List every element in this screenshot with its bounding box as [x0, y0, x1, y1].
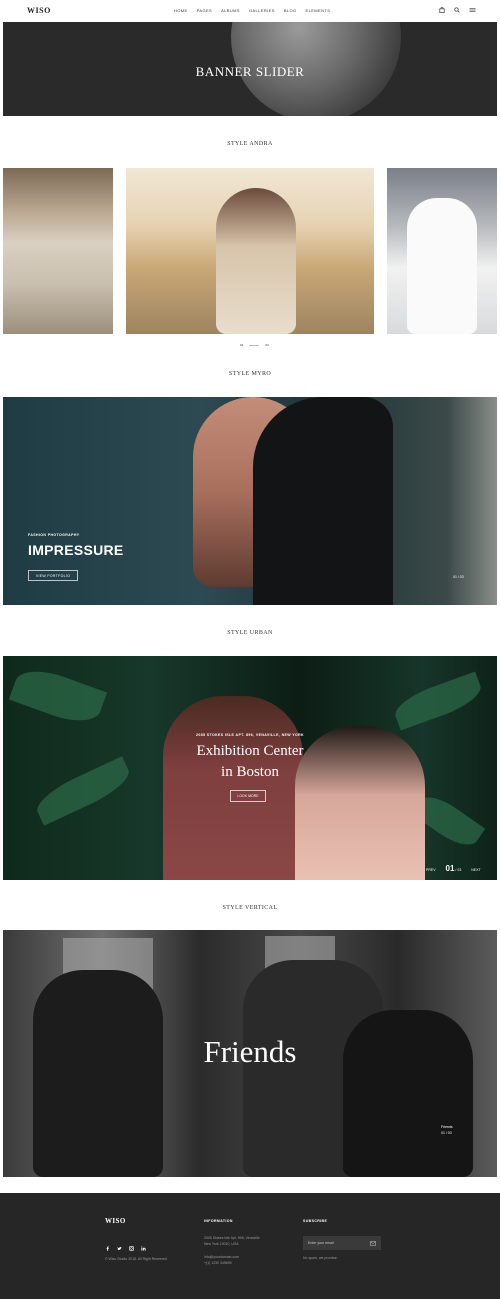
- myro-title: IMPRESSURE: [28, 542, 124, 558]
- urban-title-line1: Exhibition Center: [196, 743, 304, 759]
- site-header: WISO HOME PAGES ALBUMS GALLERIES BLOG EL…: [0, 0, 500, 22]
- bag-icon[interactable]: [439, 7, 445, 13]
- nav-galleries[interactable]: GALLERIES: [249, 8, 275, 13]
- vertical-title: Friends: [203, 1034, 297, 1069]
- andra-slide-couple[interactable]: [126, 168, 374, 334]
- andra-slide-bride[interactable]: [387, 168, 497, 334]
- myro-slider: FASHION PHOTOGRAPHY IMPRESSURE VIEW PORT…: [3, 397, 497, 605]
- main-nav: HOME PAGES ALBUMS GALLERIES BLOG ELEMENT…: [174, 8, 339, 13]
- urban-total: / 03: [455, 868, 462, 872]
- footer-contact: info@yourdomain.com +(1) 1230 345690: [204, 1255, 239, 1266]
- prev-button[interactable]: PREV: [426, 868, 436, 872]
- urban-title: Exhibition Center in Boston: [3, 741, 497, 783]
- banner-title: BANNER SLIDER: [195, 64, 305, 79]
- section-title-myro: STYLE MYRO: [228, 371, 272, 377]
- instagram-icon[interactable]: [129, 1246, 134, 1251]
- leaf-decoration: [8, 661, 108, 731]
- couple-figure: [216, 188, 296, 334]
- andra-pager: 01 03: [240, 343, 269, 347]
- leaf-decoration: [390, 671, 486, 731]
- section-title-vertical: STYLE VERTICAL: [222, 905, 278, 911]
- footer-phone[interactable]: +(1) 1230 345690: [204, 1261, 239, 1267]
- urban-current: 01: [445, 864, 455, 873]
- urban-pager: PREV 01 / 03 NEXT: [426, 864, 481, 873]
- nav-albums[interactable]: ALBUMS: [221, 8, 240, 13]
- nav-elements[interactable]: ELEMENTS: [306, 8, 331, 13]
- vertical-slider: Friends Friends 01 / 03: [3, 930, 497, 1177]
- footer-information-title: INFORMATION: [204, 1219, 233, 1223]
- vertical-side-pager[interactable]: 01 / 03: [441, 1130, 453, 1136]
- nav-blog[interactable]: BLOG: [284, 8, 297, 13]
- model-hair: [253, 397, 393, 605]
- footer-subscribe-title: SUBSCRIBE: [303, 1219, 328, 1223]
- myro-pager[interactable]: 01 / 03: [453, 575, 464, 579]
- search-icon[interactable]: [454, 7, 460, 13]
- view-portfolio-button[interactable]: VIEW PORTFOLIO: [28, 570, 78, 581]
- nav-pages[interactable]: PAGES: [197, 8, 213, 13]
- envelope-icon[interactable]: [370, 1240, 376, 1246]
- urban-title-line2: in Boston: [221, 764, 279, 780]
- pager-divider: [249, 344, 260, 346]
- urban-slider: 2085 STOKES ISLE APT. 896, VENAVILLE, NE…: [3, 656, 497, 880]
- logo[interactable]: WISO: [27, 6, 51, 15]
- urban-address: 2085 STOKES ISLE APT. 896, VENAVILLE, NE…: [196, 733, 304, 737]
- subscribe-note: No spam, we promise.: [303, 1256, 338, 1260]
- section-title-urban: STYLE URBAN: [227, 630, 273, 636]
- andra-pager-total[interactable]: 03: [265, 343, 268, 347]
- man-figure: [163, 696, 303, 880]
- nav-home[interactable]: HOME: [174, 8, 188, 13]
- twitter-icon[interactable]: [117, 1246, 122, 1251]
- social-links: [105, 1246, 146, 1251]
- next-button[interactable]: NEXT: [471, 868, 480, 872]
- myro-kicker: FASHION PHOTOGRAPHY: [28, 533, 80, 537]
- look-more-button[interactable]: LOOK MORE: [230, 790, 266, 802]
- site-footer: WISO © Wiso Studio 2018. All Right Reser…: [0, 1193, 500, 1299]
- facebook-icon[interactable]: [105, 1246, 110, 1251]
- subscribe-email-input[interactable]: Enter your email: [303, 1236, 381, 1250]
- address-line1: 2005 Stokes Isle Apt. 896, Venaville: [204, 1236, 260, 1240]
- footer-email[interactable]: info@yourdomain.com: [204, 1255, 239, 1261]
- banner-slider: BANNER SLIDER: [3, 22, 497, 116]
- header-icons: [439, 7, 476, 13]
- subscribe-placeholder: Enter your email: [308, 1241, 334, 1245]
- address-line2: New York 10010, USA: [204, 1241, 239, 1246]
- linkedin-icon[interactable]: [141, 1246, 146, 1251]
- man-left-figure: [33, 970, 163, 1177]
- footer-logo[interactable]: WISO: [105, 1217, 126, 1225]
- section-title-andra: STYLE ANDRA: [227, 141, 273, 147]
- wedding-dress-figure: [407, 198, 477, 334]
- copyright: © Wiso Studio 2018. All Right Reserved.: [105, 1257, 168, 1261]
- vertical-side-info: Friends 01 / 03: [441, 1124, 453, 1136]
- footer-address: 2005 Stokes Isle Apt. 896, Venaville New…: [204, 1236, 260, 1247]
- menu-icon[interactable]: [469, 7, 476, 13]
- andra-slide-landscape[interactable]: [3, 168, 113, 334]
- andra-pager-current[interactable]: 01: [240, 343, 243, 347]
